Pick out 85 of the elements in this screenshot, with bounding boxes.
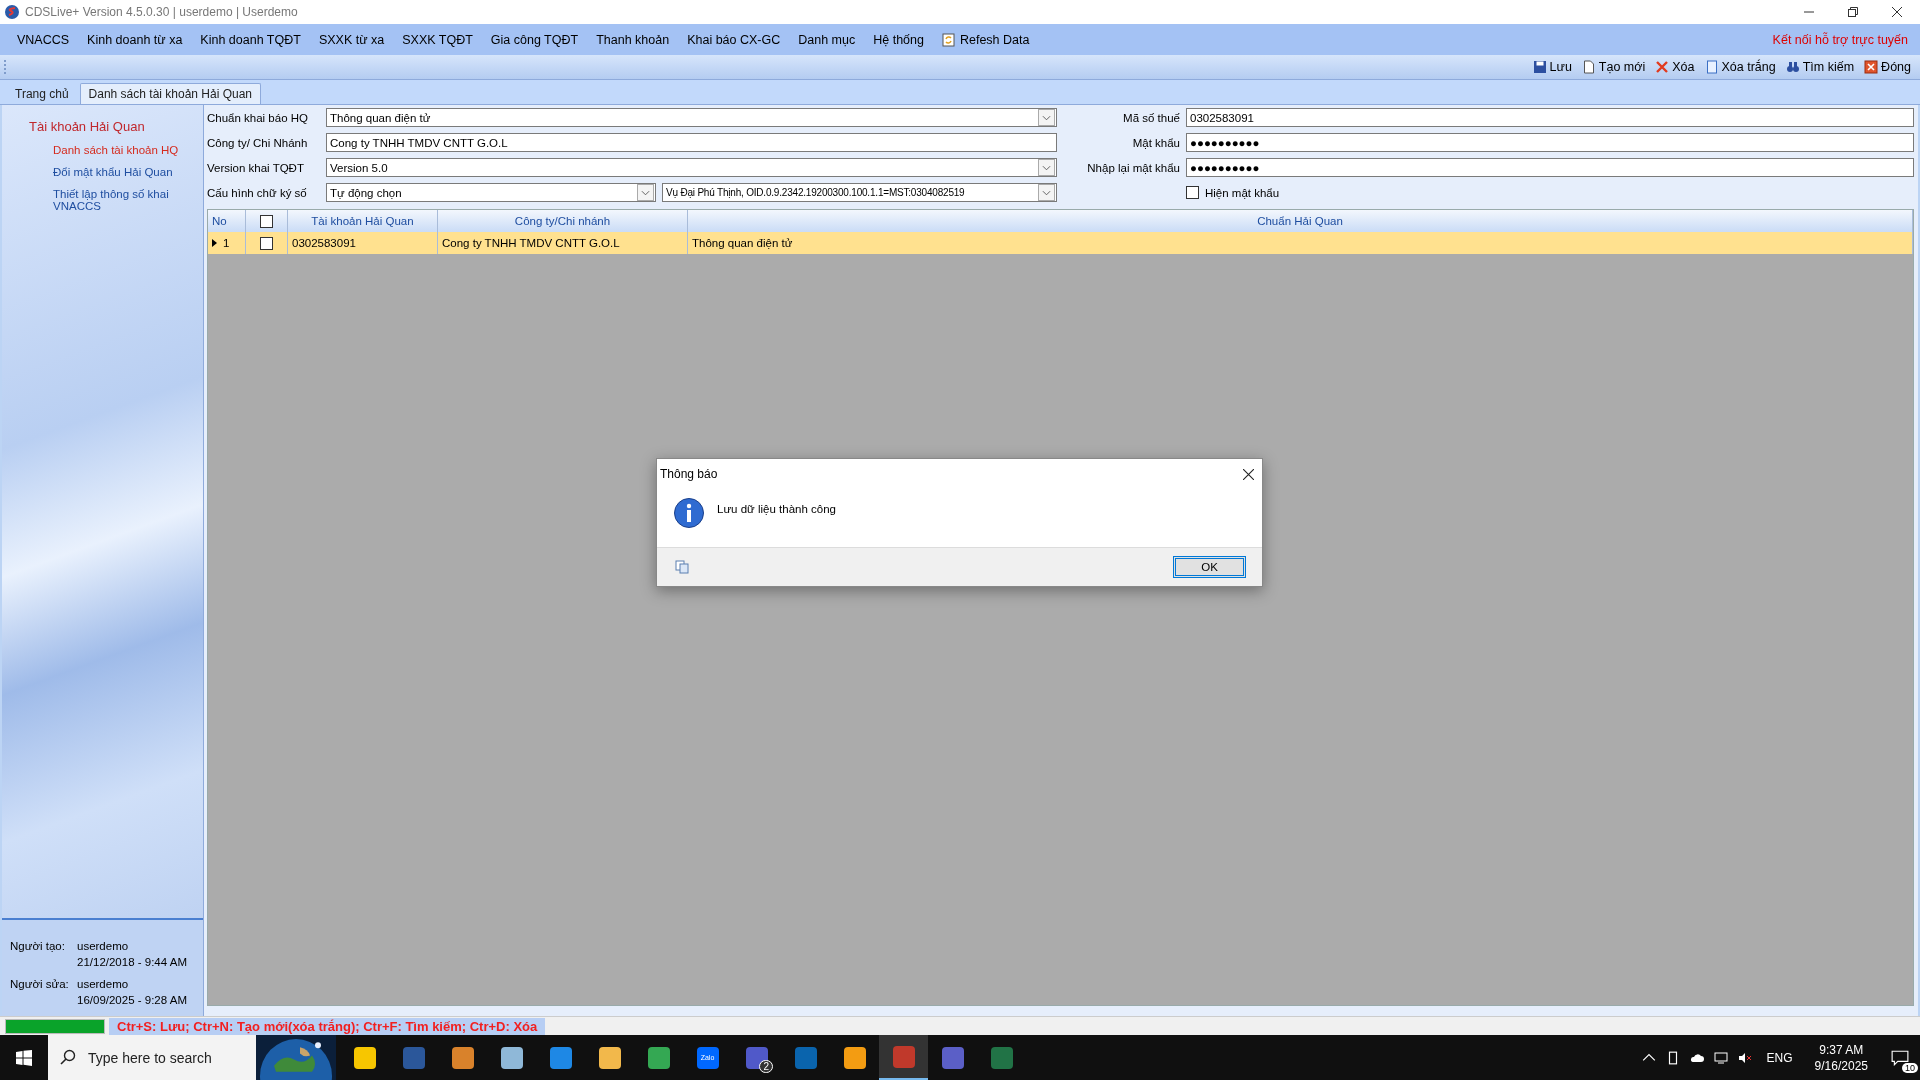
chevron-down-icon[interactable]	[1042, 114, 1051, 121]
badge: 10	[1902, 1062, 1918, 1073]
document-icon	[1581, 60, 1596, 74]
toolbar-button[interactable]: Xóa trắng	[1699, 58, 1781, 76]
refresh-menu-item[interactable]: Refesh Data	[932, 30, 1039, 49]
info-label: Người tạo:	[10, 940, 66, 954]
field-label: Nhập lại mật khẩu	[1086, 161, 1180, 174]
table-cell: 1	[223, 237, 230, 249]
close-icon[interactable]	[1243, 468, 1254, 480]
dialog-title: Thông báo	[660, 467, 718, 481]
sidebar-link[interactable]: Danh sách tài khoản HQ	[29, 144, 183, 156]
tab[interactable]: Danh sách tài khoản Hải Quan	[79, 83, 262, 104]
restore-icon[interactable]	[1848, 7, 1858, 17]
window-title: CDSLive+ Version 4.5.0.30 | userdemo | Userdemo	[25, 5, 298, 19]
menu-item[interactable]: SXXK TQĐT	[393, 30, 482, 49]
menu-item[interactable]: Hệ thống	[864, 30, 933, 49]
toolbar-button[interactable]: Đóng	[1859, 58, 1916, 76]
binoculars-icon	[1785, 60, 1800, 74]
sidebar-title: Tài khoản Hải Quan	[29, 119, 146, 134]
table-cell: Cong ty TNHH TMDV CNTT G.O.L	[442, 237, 620, 249]
ok-button[interactable]: OK	[1173, 556, 1246, 578]
clock-time[interactable]: 9:37 AM	[1819, 1042, 1864, 1057]
field-label: Chuẩn khai báo HQ	[207, 111, 309, 124]
chevron-down-icon[interactable]	[1042, 189, 1051, 196]
menu-item[interactable]: VNACCS	[8, 30, 79, 49]
info-icon	[673, 497, 705, 529]
refresh-icon	[941, 32, 956, 47]
table-cell: Thông quan điện tử	[692, 237, 793, 249]
info-user: userdemo	[77, 978, 130, 990]
menu-item[interactable]: Gia công TQĐT	[481, 30, 588, 49]
row-pointer-icon	[212, 239, 217, 247]
menu-item[interactable]: SXXK từ xa	[309, 30, 394, 49]
info-user: userdemo	[77, 940, 130, 952]
close-icon[interactable]	[1892, 7, 1902, 17]
menu-item[interactable]: Kinh doanh từ xa	[78, 30, 192, 49]
clock-date[interactable]: 9/16/2025	[1814, 1058, 1868, 1073]
toolbar-button[interactable]: Xóa	[1650, 58, 1700, 76]
menu-item[interactable]: Khai báo CX-GC	[678, 30, 790, 49]
taskbar-search-field[interactable]: Type here to search	[48, 1035, 256, 1080]
badge: 2	[759, 1060, 773, 1073]
toolbar-button[interactable]: Lưu	[1527, 58, 1577, 76]
windows-start-icon[interactable]	[16, 1049, 32, 1066]
notification-icon[interactable]	[1891, 1049, 1909, 1066]
sidebar-link[interactable]: Thiết lập thông số khai VNACCS	[29, 188, 183, 212]
dropdown[interactable]: Version 5.0	[326, 158, 1057, 177]
dropdown[interactable]: Thông quan điện tử	[326, 108, 1057, 127]
chevron-down-icon[interactable]	[1042, 164, 1051, 171]
dropdown[interactable]: Vụ Đại Phú Thịnh, OID.0.9.2342.19200300.100.1.1=MST:0304082519	[662, 183, 1057, 202]
info-time: 21/12/2018 - 9:44 AM	[77, 956, 187, 968]
field-label: Version khai TQĐT	[207, 161, 305, 174]
network-icon[interactable]	[1713, 1050, 1728, 1065]
text-field[interactable]: ●●●●●●●●●●	[1186, 133, 1914, 152]
chevron-down-icon[interactable]	[641, 189, 650, 196]
checkbox-label[interactable]: Hiện mật khẩu	[1205, 186, 1280, 199]
close-icon	[1864, 60, 1879, 74]
dropdown[interactable]: Tự động chọn	[326, 183, 656, 202]
table-cell: 0302583091	[292, 237, 356, 249]
menu-item[interactable]: Danh mục	[789, 30, 865, 49]
field-label: Cấu hình chữ ký số	[207, 186, 308, 199]
toolbar-button[interactable]: Tạo mới	[1576, 58, 1651, 76]
app-logo-icon	[4, 4, 20, 20]
info-time: 16/09/2025 - 9:28 AM	[77, 994, 187, 1006]
taskbar-app-icon[interactable]	[879, 1035, 928, 1080]
field-label: Mã số thuế	[1122, 111, 1180, 124]
blank-page-icon	[1704, 60, 1719, 74]
checkbox[interactable]	[1186, 186, 1199, 199]
menu-item[interactable]: Thanh khoản	[587, 30, 679, 49]
dialog-message: Lưu dữ liệu thành công	[717, 503, 836, 515]
text-field[interactable]: Cong ty TNHH TMDV CNTT G.O.L	[326, 133, 1057, 152]
shortcut-hint: Ctr+S: Lưu; Ctr+N: Tạo mới(xóa trắng); Ctr+F: Tìm kiếm; Ctr+D: Xóa	[109, 1017, 546, 1035]
menu-item[interactable]: Kinh doanh TQĐT	[191, 30, 310, 49]
info-label: Người sửa:	[10, 978, 70, 992]
text-field[interactable]: ●●●●●●●●●●	[1186, 158, 1914, 177]
field-label: Mật khẩu	[1131, 136, 1180, 149]
language-indicator[interactable]: ENG	[1766, 1050, 1793, 1065]
toolbar-button[interactable]: Tìm kiếm	[1780, 58, 1860, 76]
copy-icon[interactable]	[675, 560, 689, 574]
cross-icon	[1655, 60, 1670, 74]
field-label: Công ty/ Chi Nhánh	[207, 136, 309, 149]
checkbox[interactable]	[260, 236, 273, 250]
checkbox[interactable]	[260, 214, 273, 228]
table-row[interactable]: 1 0302583091 Cong ty TNHH TMDV CNTT G.O.L Thông quan điện tử	[208, 232, 1913, 254]
text-field[interactable]: 0302583091	[1186, 108, 1914, 127]
sidebar-link[interactable]: Đổi mật khẩu Hải Quan	[29, 166, 183, 178]
tab[interactable]: Trang chủ	[6, 83, 78, 104]
